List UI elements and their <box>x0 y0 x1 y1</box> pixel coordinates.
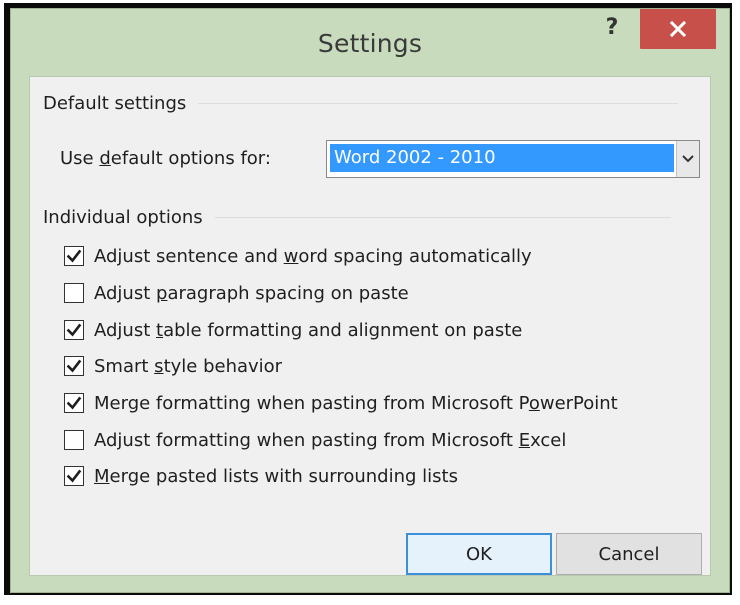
option-row[interactable]: Adjust table formatting and alignment on… <box>64 317 522 343</box>
option-label: Adjust table formatting and alignment on… <box>94 319 523 341</box>
option-checkbox[interactable] <box>64 356 84 376</box>
dropdown-arrow-button[interactable] <box>676 141 699 177</box>
dialog-body: Default settings Use default options for… <box>29 76 711 576</box>
option-checkbox[interactable] <box>64 246 84 266</box>
checkmark-icon <box>66 249 82 263</box>
option-label: Adjust paragraph spacing on paste <box>94 282 409 304</box>
option-label: Adjust formatting when pasting from Micr… <box>94 429 567 451</box>
option-row[interactable]: Adjust paragraph spacing on paste <box>64 280 409 306</box>
cancel-button[interactable]: Cancel <box>556 533 702 575</box>
option-checkbox[interactable] <box>64 283 84 303</box>
option-row[interactable]: Merge pasted lists with surrounding list… <box>64 463 458 489</box>
default-settings-heading: Default settings <box>43 93 187 114</box>
help-button[interactable]: ? <box>589 9 635 49</box>
checkmark-icon <box>66 396 82 410</box>
ok-button[interactable]: OK <box>406 533 552 575</box>
dropdown-selected-value: Word 2002 - 2010 <box>330 144 674 172</box>
close-button[interactable] <box>640 9 716 49</box>
option-checkbox[interactable] <box>64 320 84 340</box>
default-options-dropdown[interactable]: Word 2002 - 2010 <box>326 140 700 178</box>
option-checkbox[interactable] <box>64 466 84 486</box>
individual-options-divider <box>214 217 671 218</box>
option-checkbox[interactable] <box>64 393 84 413</box>
settings-dialog: Settings ? Default settings Use default … <box>10 8 730 593</box>
option-row[interactable]: Adjust formatting when pasting from Micr… <box>64 427 566 453</box>
option-row[interactable]: Smart style behavior <box>64 353 282 379</box>
individual-options-group: Individual options <box>43 207 671 228</box>
close-icon <box>669 20 687 38</box>
option-label: Merge pasted lists with surrounding list… <box>94 465 458 487</box>
use-default-options-label: Use default options for: <box>60 148 271 169</box>
option-label: Smart style behavior <box>94 355 283 377</box>
option-row[interactable]: Merge formatting when pasting from Micro… <box>64 390 618 416</box>
checkmark-icon <box>66 469 82 483</box>
individual-options-heading: Individual options <box>43 207 203 228</box>
title-bar[interactable]: Settings ? <box>11 9 729 76</box>
option-label: Merge formatting when pasting from Micro… <box>94 392 618 414</box>
default-settings-divider <box>198 103 679 104</box>
option-row[interactable]: Adjust sentence and word spacing automat… <box>64 243 532 269</box>
default-settings-group: Default settings <box>43 93 679 114</box>
checkmark-icon <box>66 359 82 373</box>
option-checkbox[interactable] <box>64 430 84 450</box>
chevron-down-icon <box>682 155 694 163</box>
checkmark-icon <box>66 323 82 337</box>
option-label: Adjust sentence and word spacing automat… <box>94 245 532 267</box>
